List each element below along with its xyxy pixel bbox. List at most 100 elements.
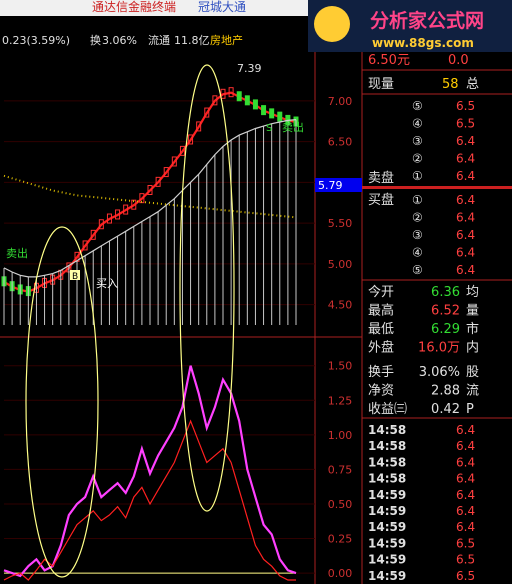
- book-price: 6.4: [456, 246, 475, 260]
- high-label: 7.39: [237, 62, 262, 75]
- buy-label: 买入: [96, 277, 118, 290]
- stat-label: 换手: [368, 365, 394, 380]
- stat-suffix: 股: [466, 365, 479, 380]
- stat-value: 16.0万: [418, 341, 460, 356]
- book-level: ①: [412, 169, 423, 183]
- y-tick-label: 5.00: [328, 258, 353, 271]
- buy-order-book: ① 6.4 ② 6.4 ③ 6.4 ④ 6.4 ⑤ 6.4: [412, 193, 475, 277]
- y-tick-label: 0.00: [328, 567, 353, 580]
- stat-value: 0.42: [431, 402, 460, 417]
- tick-price: 6.4: [456, 504, 475, 518]
- book-level: ③: [412, 134, 423, 148]
- book-level: ③: [412, 228, 423, 242]
- stat-suffix: 量: [466, 304, 479, 319]
- book-level: ④: [412, 117, 423, 131]
- turnover-value: 3.06%: [102, 34, 137, 47]
- tick-price: 6.4: [456, 488, 475, 502]
- bid-ask-separator: [362, 186, 512, 189]
- stats-table: 今开 6.36 均最高 6.52 量最低 6.29 市外盘 16.0万 内换手 3.06% 股净资 2…: [368, 284, 479, 417]
- sell-label-left: 卖出: [6, 246, 28, 260]
- watermark-title: 分析家公式网: [370, 9, 484, 32]
- volume-suffix: 总: [466, 77, 479, 92]
- tick-time: 14:58: [368, 455, 406, 469]
- stat-suffix: 流: [466, 384, 479, 399]
- sell-badge: S: [266, 123, 272, 134]
- y-tick-label: 1.25: [328, 394, 353, 407]
- stat-label: 收益㈢: [368, 402, 407, 417]
- chart-canvas: 通达信金融终端 冠城大通 0.23(3.59%) 换 3.06% 流通 11.8…: [0, 0, 512, 584]
- tick-price: 6.5: [456, 569, 475, 583]
- tick-time: 14:59: [368, 553, 406, 567]
- book-level: ④: [412, 246, 423, 260]
- price-tag: 5.79: [318, 179, 343, 192]
- stat-label: 外盘: [368, 340, 394, 356]
- volume-value: 58: [442, 77, 459, 92]
- indicator-panel: 0.00 0.25 0.50 0.75 1.00 1.25 1.50: [3, 360, 353, 581]
- stat-suffix: 均: [466, 285, 479, 300]
- stock-name: 冠城大通: [198, 0, 246, 14]
- book-level: ②: [412, 152, 423, 166]
- book-price: 6.4: [456, 134, 475, 148]
- sell-label: 卖盘: [368, 170, 394, 186]
- tick-time: 14:59: [368, 569, 406, 583]
- stat-suffix: P: [466, 402, 474, 417]
- tick-time: 14:58: [368, 423, 406, 437]
- buy-label-side: 买盘: [368, 192, 394, 208]
- float-value: 11.8亿: [174, 34, 210, 47]
- tick-price: 6.4: [456, 439, 475, 453]
- tick-list: 14:58 6.4 14:58 6.4 14:58 6.4 14:58 6.4 14:59 6.4…: [368, 423, 475, 583]
- tick-time: 14:58: [368, 439, 406, 453]
- tick-time: 14:59: [368, 520, 406, 534]
- volume-label: 现量: [368, 77, 394, 92]
- book-level: ⑤: [412, 99, 423, 113]
- y-tick-label: 0.75: [328, 463, 353, 476]
- y-tick-label: 5.50: [328, 217, 353, 230]
- app-title: 通达信金融终端: [92, 0, 176, 14]
- stat-value: 6.36: [431, 285, 460, 300]
- stat-value: 6.29: [431, 322, 460, 337]
- candle: [261, 105, 267, 116]
- book-price: 6.4: [456, 263, 475, 277]
- change-text: 0.23(3.59%): [2, 34, 70, 47]
- stat-value: 2.88: [431, 384, 460, 399]
- tick-time: 14:59: [368, 488, 406, 502]
- series-line: [3, 419, 296, 581]
- book-price: 6.4: [456, 211, 475, 225]
- candle: [277, 111, 283, 122]
- y-tick-label: 1.00: [328, 429, 353, 442]
- book-price: 6.4: [456, 193, 475, 207]
- last-change: 0.0: [448, 53, 469, 68]
- stat-value: 6.52: [431, 304, 460, 319]
- book-price: 6.4: [456, 152, 475, 166]
- stat-suffix: 内: [466, 340, 479, 356]
- candle: [244, 95, 250, 106]
- quote-panel: 6.50元 0.0 现量 58 总 ⑤ 6.5 ④ 6.5 ③ 6.4 ② 6.4 ① 6.4 卖…: [362, 53, 512, 583]
- book-price: 6.4: [456, 228, 475, 242]
- y-tick-label: 0.50: [328, 498, 353, 511]
- float-label: 流通: [148, 33, 170, 47]
- tick-time: 14:58: [368, 472, 406, 486]
- tick-price: 6.4: [456, 423, 475, 437]
- stat-label: 最高: [368, 303, 394, 319]
- buy-badge: B: [72, 272, 78, 282]
- tick-time: 14:59: [368, 504, 406, 518]
- y-tick-label: 7.00: [328, 95, 353, 108]
- tick-time: 14:59: [368, 536, 406, 550]
- book-level: ②: [412, 211, 423, 225]
- tick-price: 6.4: [456, 455, 475, 469]
- watermark-url: www.88gs.com: [372, 36, 474, 50]
- candle: [236, 91, 242, 102]
- tick-price: 6.4: [456, 472, 475, 486]
- book-price: 6.4: [456, 169, 475, 183]
- stat-label: 净资: [368, 384, 394, 399]
- tick-price: 6.4: [456, 520, 475, 534]
- y-tick-label: 0.25: [328, 533, 353, 546]
- flower-icon: [314, 6, 350, 42]
- book-price: 6.5: [456, 117, 475, 131]
- turnover-label: 换: [90, 33, 101, 47]
- book-level: ⑤: [412, 263, 423, 277]
- last-price: 6.50元: [368, 53, 410, 68]
- stat-label: 最低: [368, 322, 394, 337]
- sector-label: 房地产: [210, 33, 243, 47]
- series-line: [3, 365, 297, 578]
